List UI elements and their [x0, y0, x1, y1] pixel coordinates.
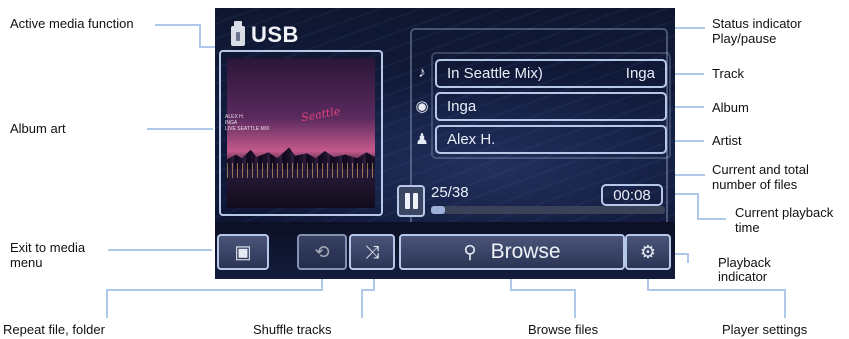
settings-icon: ⚙	[639, 241, 657, 262]
album-name: Inga	[447, 98, 477, 115]
callout-track: Track	[712, 66, 745, 81]
playback-indicator[interactable]	[431, 206, 665, 214]
album-art-lights	[227, 163, 375, 178]
browse-button[interactable]: ⚲ Browse	[399, 234, 625, 270]
track-artist-tag: Inga	[625, 65, 655, 82]
usb-icon	[231, 21, 245, 46]
browse-label: Browse	[490, 240, 561, 263]
artist-icon: ♟	[415, 131, 429, 148]
callout-indicator-line2: indicator	[718, 269, 768, 284]
source-label: USB	[251, 22, 299, 47]
callout-indicator-line1: Playback	[718, 255, 771, 270]
disc-icon: ◉	[415, 98, 429, 115]
media-menu-icon: ▣	[234, 241, 252, 262]
album-art-caption: ALEX H. INGA LIVE SEATTLE MIX	[225, 114, 269, 132]
callout-active-media-function: Active media function	[10, 16, 134, 31]
callout-album: Album	[712, 100, 749, 115]
file-counter: 25/38	[431, 184, 469, 201]
callout-artist: Artist	[712, 133, 742, 148]
callout-files-line2: number of files	[712, 177, 798, 192]
callout-shuffle: Shuffle tracks	[253, 322, 332, 337]
media-menu-button[interactable]: ▣	[217, 234, 269, 270]
track-title: In Seattle Mix)	[447, 65, 543, 82]
pause-icon[interactable]	[397, 185, 425, 217]
callout-album-art: Album art	[10, 121, 66, 136]
callout-exit-line2: menu	[10, 255, 43, 270]
callout-status-line2: Play/pause	[712, 31, 777, 46]
album-art	[219, 50, 383, 216]
repeat-icon: ⟲	[314, 241, 330, 262]
shuffle-button[interactable]: ⤨	[349, 234, 395, 270]
callout-player-settings: Player settings	[722, 322, 808, 337]
album-art-caption-line3: LIVE SEATTLE MIX	[225, 126, 270, 132]
artist-name: Alex H.	[447, 131, 496, 148]
callout-files-line1: Current and total	[712, 162, 809, 177]
album-row: Inga	[435, 92, 667, 121]
callout-status-line1: Status indicator	[712, 16, 802, 31]
callout-time-line2: time	[735, 220, 760, 235]
artist-row: Alex H.	[435, 125, 667, 154]
playback-time: 00:08	[601, 184, 663, 206]
repeat-button[interactable]: ⟲	[297, 234, 347, 270]
callout-exit-line1: Exit to media	[10, 240, 86, 255]
search-icon: ⚲	[463, 241, 477, 262]
shuffle-icon: ⤨	[364, 241, 380, 262]
player-settings-button[interactable]: ⚙	[625, 234, 671, 270]
playback-indicator-fill	[431, 206, 446, 214]
callout-repeat: Repeat file, folder	[3, 322, 105, 337]
music-note-icon: ♪	[418, 64, 426, 81]
track-row: In Seattle Mix) Inga	[435, 59, 667, 88]
callout-browse-files: Browse files	[528, 322, 599, 337]
callout-time-line1: Current playback	[735, 205, 834, 220]
media-player-screen: USB ALEX H. INGA LIVE SEATTLE MIX Seattl…	[215, 8, 675, 279]
album-art-image	[227, 58, 375, 208]
